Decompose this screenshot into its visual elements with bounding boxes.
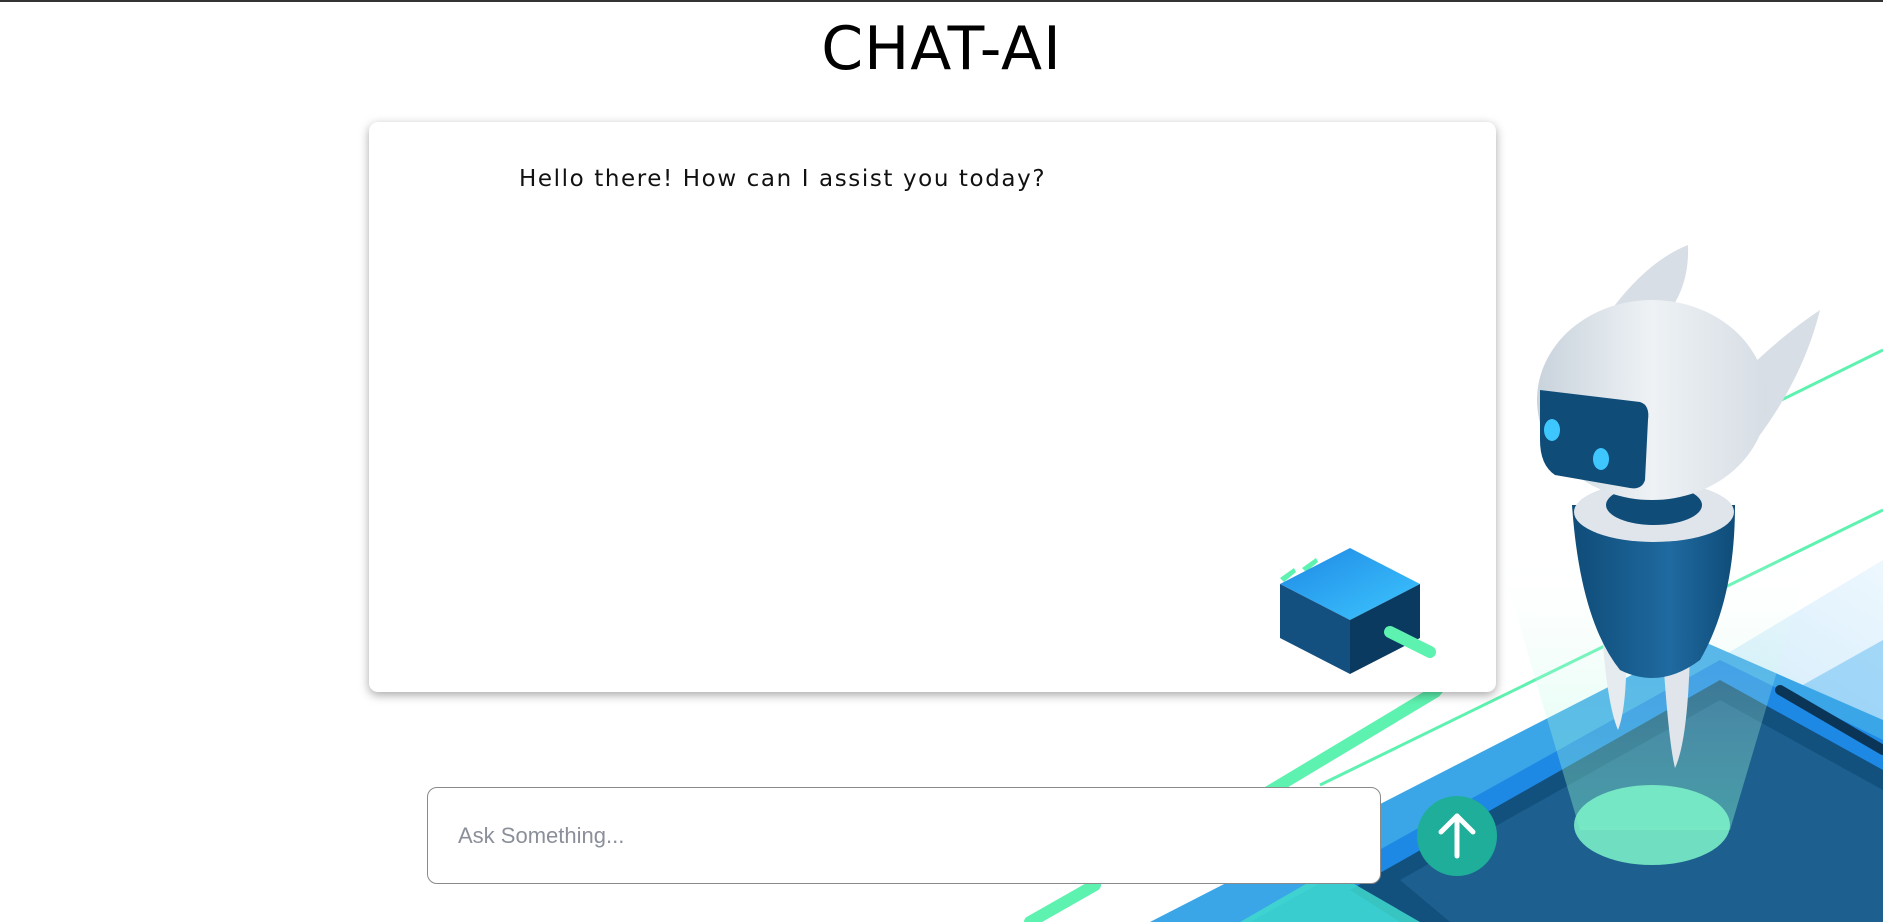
- page-title: CHAT-AI: [821, 14, 1062, 84]
- message-input-container: [427, 787, 1381, 884]
- arrow-up-icon: [1438, 813, 1476, 859]
- assistant-message: Hello there! How can I assist you today?: [519, 166, 1047, 192]
- send-button[interactable]: [1417, 796, 1497, 876]
- message-input[interactable]: [428, 788, 1380, 883]
- plug-illustration: [1280, 548, 1436, 674]
